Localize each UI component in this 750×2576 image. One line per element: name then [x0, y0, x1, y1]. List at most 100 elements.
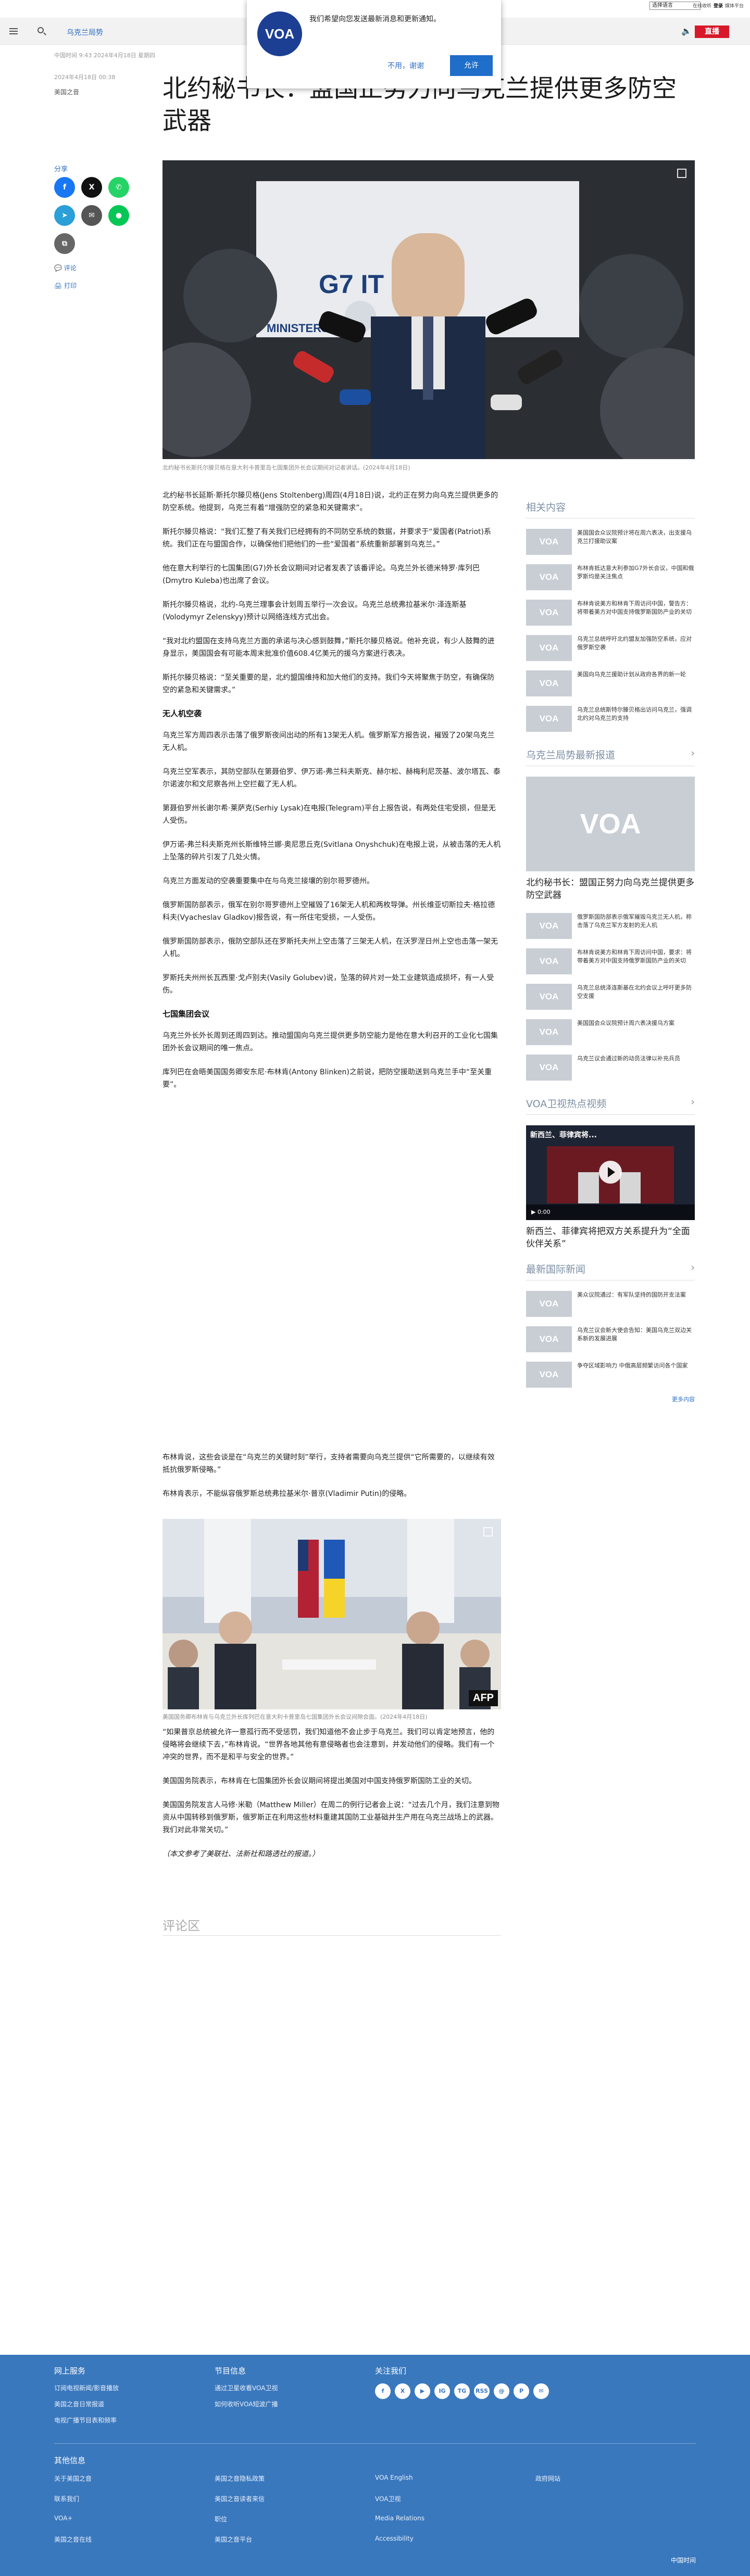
footer-link[interactable]: 关于美国之音: [54, 2474, 215, 2483]
live-button[interactable]: 直播: [695, 26, 729, 38]
notification-message: 我们希望向您发送最新消息和更新通知。: [309, 15, 441, 23]
comment-link-label: 评论: [64, 264, 77, 272]
utility-link-media[interactable]: 媒体平台: [725, 2, 744, 9]
latest-item[interactable]: 乌克兰总统泽连斯基在北约会议上呼吁更多防空支援: [526, 984, 695, 1010]
telegram-icon[interactable]: TG: [454, 2383, 470, 2399]
thumbnail: [526, 600, 572, 626]
comment-link[interactable]: 💬 评论: [54, 263, 77, 272]
footer-link[interactable]: 美国之音在线: [54, 2535, 215, 2544]
notification-decline-button[interactable]: 不用，谢谢: [388, 60, 424, 71]
svg-text:G7 IT: G7 IT: [319, 270, 384, 299]
footer-link[interactable]: VOA+: [54, 2515, 215, 2523]
podcast-icon[interactable]: P: [514, 2383, 529, 2399]
video-player[interactable]: 新西兰、菲律宾将... ▶ 0:00: [526, 1125, 695, 1220]
footer-link[interactable]: [535, 2535, 696, 2544]
intl-item[interactable]: 乌克兰议会新大使会告知：美国乌克兰双边关系新的发展进展: [526, 1326, 695, 1352]
paragraph: 俄罗斯国防部表示，俄防空部队还在罗斯托夫州上空击落了三架无人机，在沃罗涅日州上空…: [162, 937, 498, 958]
hero-image: G7 IT MINISTERS' ME: [162, 160, 695, 459]
facebook-icon[interactable]: f: [375, 2383, 391, 2399]
related-item[interactable]: 乌克兰总统呼吁北约盟友加强防空系统，应对俄罗斯空袭: [526, 635, 695, 661]
paragraph: 他在意大利举行的七国集团(G7)外长会议期间对记者发表了该番评论。乌克兰外长德米…: [162, 564, 480, 585]
footer-link[interactable]: 订阅电视新闻/影音播放: [54, 2383, 119, 2392]
print-link[interactable]: 🖨 打印: [54, 281, 77, 290]
utility-link-login[interactable]: 登录: [714, 2, 723, 9]
footer-link[interactable]: 职位: [215, 2515, 375, 2523]
article-body-continued: 布林肯说，这些会谈是在“乌克兰的关键时刻”举行，支持者需要向乌克兰提供“它所需要…: [162, 1451, 501, 1512]
footer-link[interactable]: 通过卫星收看VOA卫视: [215, 2383, 278, 2392]
intl-item[interactable]: 争夺区域影响力 中俄高层频繁访问各个国家: [526, 1362, 695, 1388]
menu-icon[interactable]: [9, 28, 18, 34]
utility-link-listen[interactable]: 在线收听: [693, 2, 711, 9]
paragraph: 罗斯托夫州州长瓦西里·戈卢别夫(Vasily Golubev)说，坠落的碎片对一…: [162, 974, 494, 995]
footer-link[interactable]: VOA English: [375, 2474, 535, 2483]
latest-item-text: 乌克兰总统泽连斯基在北约会议上呼吁更多防空支援: [577, 984, 692, 999]
email-icon[interactable]: ✉: [81, 205, 102, 226]
intl-item-text: 美众议院通过：有军队坚持的国防开支法案: [577, 1291, 686, 1298]
whatsapp-icon[interactable]: ✆: [108, 177, 129, 198]
intl-news-title[interactable]: 最新国际新闻 ›: [526, 1262, 695, 1280]
expand-icon[interactable]: [483, 1527, 493, 1537]
share-buttons: f X ✆ ➤ ✉ ● ⧉: [54, 177, 132, 254]
related-item[interactable]: 美国向乌克兰援助计划从政府各界的新一轮: [526, 670, 695, 696]
dateline: 中国时间 9:43 2024年4月18日 星期四: [54, 52, 156, 59]
line-icon[interactable]: ●: [108, 205, 129, 226]
footer-link[interactable]: Media Relations: [375, 2515, 535, 2523]
notification-allow-button[interactable]: 允许: [450, 55, 493, 76]
paragraph: 乌克兰空军表示，其防空部队在第聂伯罗、伊万诺-弗兰科夫斯克、赫尔松、赫梅利尼茨基…: [162, 768, 501, 789]
thumbnail: [526, 984, 572, 1010]
video-controls[interactable]: ▶ 0:00: [526, 1204, 695, 1220]
threads-icon[interactable]: @: [494, 2383, 509, 2399]
section-link[interactable]: 乌克兰局势: [67, 27, 103, 37]
youtube-icon[interactable]: ▶: [415, 2383, 430, 2399]
footer-link[interactable]: 联系我们: [54, 2494, 215, 2503]
source-note: （本文参考了美联社、法新社和路透社的报道。）: [162, 1850, 319, 1858]
search-icon[interactable]: [38, 27, 44, 33]
telegram-icon[interactable]: ➤: [54, 205, 75, 226]
footer-link[interactable]: VOA卫视: [375, 2494, 535, 2503]
speaker-icon[interactable]: 🔈: [681, 26, 692, 36]
video-section-title-label: VOA卫视热点视频: [526, 1098, 607, 1110]
byline[interactable]: 美国之音: [54, 87, 79, 96]
rss-icon[interactable]: RSS: [474, 2383, 490, 2399]
x-icon[interactable]: X: [81, 177, 102, 198]
footer-link[interactable]: 美国之音平台: [215, 2535, 375, 2544]
footer-link[interactable]: 美国之音隐私政策: [215, 2474, 375, 2483]
sidebar: 相关内容 美国国会众议院预计将在周六表决，出支援乌克兰打援助议案 布林肯抵达意大…: [526, 500, 695, 1403]
latest-item[interactable]: 乌克兰议会通过新的动员法律以补充兵员: [526, 1055, 695, 1081]
latest-item[interactable]: 俄罗斯国防部表示俄军摧毁乌克兰无人机，称击落了乌克兰军方发射的无人机: [526, 913, 695, 939]
footer-link[interactable]: [535, 2515, 696, 2523]
x-icon[interactable]: X: [395, 2383, 410, 2399]
meeting-photo-caption: 美国国务卿布林肯与乌克兰外长库列巴在意大利卡普里岛七国集团外长会议间隙会面。(2…: [162, 1714, 428, 1720]
footer-col-title: 关注我们: [375, 2366, 407, 2376]
play-icon[interactable]: [599, 1161, 622, 1184]
instagram-icon[interactable]: IG: [434, 2383, 450, 2399]
related-item[interactable]: 乌克兰总统斯特尔滕贝格出访问乌克兰，强调北约对乌克兰的支持: [526, 706, 695, 732]
paragraph: 美国国务院发言人马修·米勒（Matthew Miller）在周二的例行记者会上说…: [162, 1801, 499, 1834]
paragraph: 伊万诺-弗兰科夫斯克州长斯维特兰娜·奥尼思丘克(Svitlana Onyshch…: [162, 841, 501, 861]
related-item[interactable]: 美国国会众议院预计将在周六表决，出支援乌克兰打援助议案: [526, 529, 695, 555]
footer-link[interactable]: 美国之音日常报道: [54, 2400, 119, 2408]
latest-title[interactable]: 乌克兰局势最新报道 ›: [526, 747, 695, 766]
latest-feature-thumbnail[interactable]: [526, 777, 695, 871]
intl-item[interactable]: 美众议院通过：有军队坚持的国防开支法案: [526, 1291, 695, 1317]
latest-item[interactable]: 布林肯说美方和林肯下周访问中国，要求：将带着美方对中国支持俄罗斯国防产业的关切: [526, 948, 695, 974]
footer-link[interactable]: Accessibility: [375, 2535, 535, 2544]
more-link[interactable]: 更多内容: [526, 1395, 695, 1403]
footer-link[interactable]: 美国之音读者来信: [215, 2494, 375, 2503]
video-caption[interactable]: 新西兰、菲律宾将把双方关系提升为“全面伙伴关系”: [526, 1225, 695, 1250]
share-label: 分享: [54, 166, 68, 173]
expand-icon[interactable]: [677, 169, 686, 178]
video-section-title[interactable]: VOA卫视热点视频 ›: [526, 1096, 695, 1115]
copy-link-icon[interactable]: ⧉: [54, 233, 75, 254]
related-item[interactable]: 布林肯说美方和林肯下周访问中国，警告方：将带着美方对中国支持俄罗斯国防产业的关切: [526, 600, 695, 626]
footer-link[interactable]: 如何收听VOA短波广播: [215, 2400, 278, 2408]
footer-col-title: 网上服务: [54, 2366, 86, 2376]
related-item[interactable]: 布林肯抵达意大利参加G7外长会议，中国和俄罗斯均是关注焦点: [526, 564, 695, 590]
email-icon[interactable]: ✉: [533, 2383, 549, 2399]
footer-link[interactable]: [535, 2494, 696, 2503]
facebook-icon[interactable]: f: [54, 177, 75, 198]
footer-link[interactable]: 电视广播节目表和频率: [54, 2416, 119, 2425]
latest-item[interactable]: 美国国会众议院预计周六表决援乌方案: [526, 1019, 695, 1045]
latest-feature-headline[interactable]: 北约秘书长：盟国正努力向乌克兰提供更多防空武器: [526, 877, 695, 902]
footer-link[interactable]: 政府网站: [535, 2474, 696, 2483]
